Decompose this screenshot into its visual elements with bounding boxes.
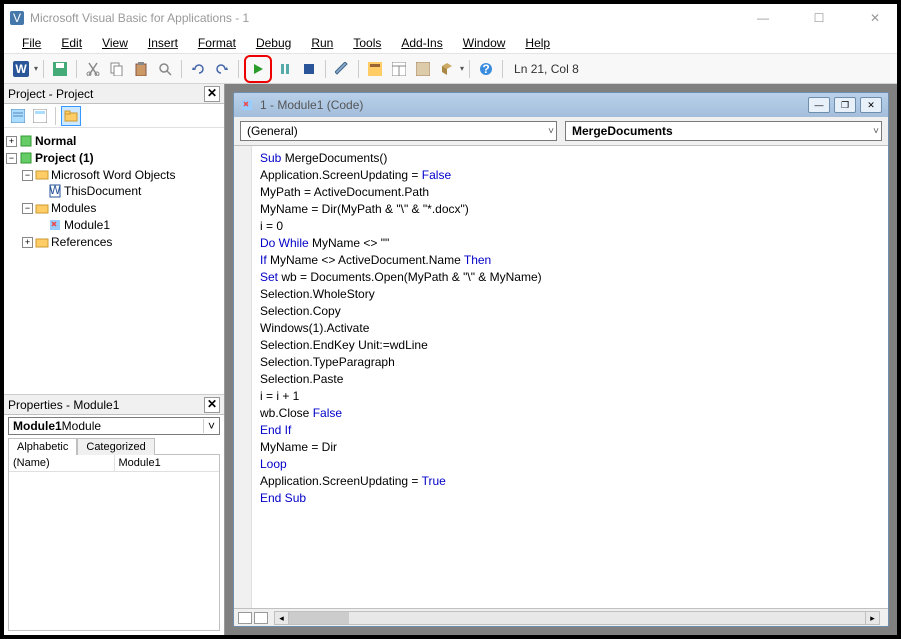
menu-tools[interactable]: Tools (345, 34, 389, 52)
project-panel-title: Project - Project (8, 87, 93, 101)
vba-icon: V (10, 11, 24, 25)
tree-project[interactable]: Project (1) (35, 151, 94, 165)
project-explorer-button[interactable] (364, 58, 386, 80)
code-restore-button[interactable]: ❐ (834, 97, 856, 113)
procedure-combo[interactable]: MergeDocuments˅ (565, 121, 882, 141)
svg-text:W: W (49, 184, 61, 197)
menu-debug[interactable]: Debug (248, 34, 299, 52)
properties-panel-close[interactable]: ✕ (204, 397, 220, 413)
tab-categorized[interactable]: Categorized (77, 438, 154, 455)
folder-icon (35, 167, 49, 181)
tree-module1[interactable]: Module1 (64, 218, 110, 232)
code-window: 1 - Module1 (Code) — ❐ ✕ (General)˅ Merg… (233, 92, 889, 627)
doc-icon: W (48, 184, 62, 198)
save-button[interactable] (49, 58, 71, 80)
svg-text:W: W (15, 62, 27, 76)
project-toolbar (4, 104, 224, 128)
tree-references[interactable]: References (51, 235, 112, 249)
view-code-button[interactable] (8, 106, 28, 126)
menu-addins[interactable]: Add-Ins (393, 34, 450, 52)
tree-toggle[interactable]: + (22, 237, 33, 248)
copy-button[interactable] (106, 58, 128, 80)
menu-help[interactable]: Help (517, 34, 558, 52)
run-button[interactable] (247, 58, 269, 80)
project-icon (19, 134, 33, 148)
find-button[interactable] (154, 58, 176, 80)
project-tree[interactable]: +Normal −Project (1) −Microsoft Word Obj… (4, 128, 224, 395)
tree-toggle[interactable]: + (6, 136, 17, 147)
cursor-position: Ln 21, Col 8 (514, 62, 579, 76)
paste-button[interactable] (130, 58, 152, 80)
tab-alphabetic[interactable]: Alphabetic (8, 438, 77, 455)
minimize-button[interactable]: — (747, 11, 779, 25)
window-title: Microsoft Visual Basic for Applications … (30, 11, 747, 25)
toggle-folders-button[interactable] (61, 106, 81, 126)
object-browser-button[interactable] (412, 58, 434, 80)
folder-icon (35, 201, 49, 215)
tree-modules[interactable]: Modules (51, 201, 96, 215)
properties-grid[interactable]: (Name) Module1 (8, 454, 220, 631)
project-panel-close[interactable]: ✕ (204, 86, 220, 102)
code-window-title: 1 - Module1 (Code) (260, 98, 808, 112)
tree-toggle[interactable]: − (6, 153, 17, 164)
svg-text:V: V (13, 11, 21, 25)
stop-button[interactable] (298, 58, 320, 80)
prop-key[interactable]: (Name) (9, 455, 115, 471)
view-object-button[interactable] (30, 106, 50, 126)
titlebar: V Microsoft Visual Basic for Application… (4, 4, 897, 32)
run-highlight (244, 55, 272, 83)
code-gutter (234, 146, 252, 608)
code-editor[interactable]: Sub MergeDocuments() Application.ScreenU… (252, 146, 888, 608)
properties-panel: Properties - Module1 ✕ Module1 Module ˅ … (4, 395, 224, 635)
object-combo[interactable]: (General)˅ (240, 121, 557, 141)
help-button[interactable]: ? (475, 58, 497, 80)
code-bottom-bar: ◂▸ (234, 608, 888, 626)
properties-panel-header: Properties - Module1 ✕ (4, 395, 224, 415)
project-icon (19, 151, 33, 165)
menu-edit[interactable]: Edit (53, 34, 90, 52)
prop-val[interactable]: Module1 (115, 455, 220, 471)
menu-window[interactable]: Window (455, 34, 514, 52)
project-panel-header: Project - Project ✕ (4, 84, 224, 104)
tree-word-objects[interactable]: Microsoft Word Objects (51, 167, 175, 181)
svg-text:?: ? (482, 62, 489, 76)
module-icon (48, 218, 62, 232)
cut-button[interactable] (82, 58, 104, 80)
undo-button[interactable] (187, 58, 209, 80)
code-close-button[interactable]: ✕ (860, 97, 882, 113)
code-window-titlebar[interactable]: 1 - Module1 (Code) — ❐ ✕ (234, 93, 888, 117)
properties-panel-title: Properties - Module1 (8, 398, 119, 412)
menu-file[interactable]: File (14, 34, 49, 52)
word-button[interactable]: W (10, 58, 32, 80)
tree-normal[interactable]: Normal (35, 134, 76, 148)
redo-button[interactable] (211, 58, 233, 80)
full-module-view-button[interactable] (254, 612, 268, 624)
toolbar: W ▾ ▾ ? Ln 21, Col 8 (4, 54, 897, 84)
horizontal-scrollbar[interactable]: ◂▸ (274, 611, 880, 625)
properties-window-button[interactable] (388, 58, 410, 80)
tree-this-document[interactable]: ThisDocument (64, 184, 141, 198)
close-button[interactable]: ✕ (859, 11, 891, 25)
properties-object-selector[interactable]: Module1 Module ˅ (8, 417, 220, 435)
code-min-button[interactable]: — (808, 97, 830, 113)
procedure-view-button[interactable] (238, 612, 252, 624)
properties-tabs: Alphabetic Categorized (4, 437, 224, 454)
design-mode-button[interactable] (331, 58, 353, 80)
menu-insert[interactable]: Insert (140, 34, 186, 52)
menubar: File Edit View Insert Format Debug Run T… (4, 32, 897, 54)
tree-toggle[interactable]: − (22, 203, 33, 214)
menu-run[interactable]: Run (303, 34, 341, 52)
menu-format[interactable]: Format (190, 34, 244, 52)
tree-toggle[interactable]: − (22, 170, 33, 181)
module-icon (240, 98, 254, 112)
toolbox-button[interactable] (436, 58, 458, 80)
folder-icon (35, 235, 49, 249)
maximize-button[interactable]: ☐ (803, 11, 835, 25)
menu-view[interactable]: View (94, 34, 136, 52)
pause-button[interactable] (274, 58, 296, 80)
